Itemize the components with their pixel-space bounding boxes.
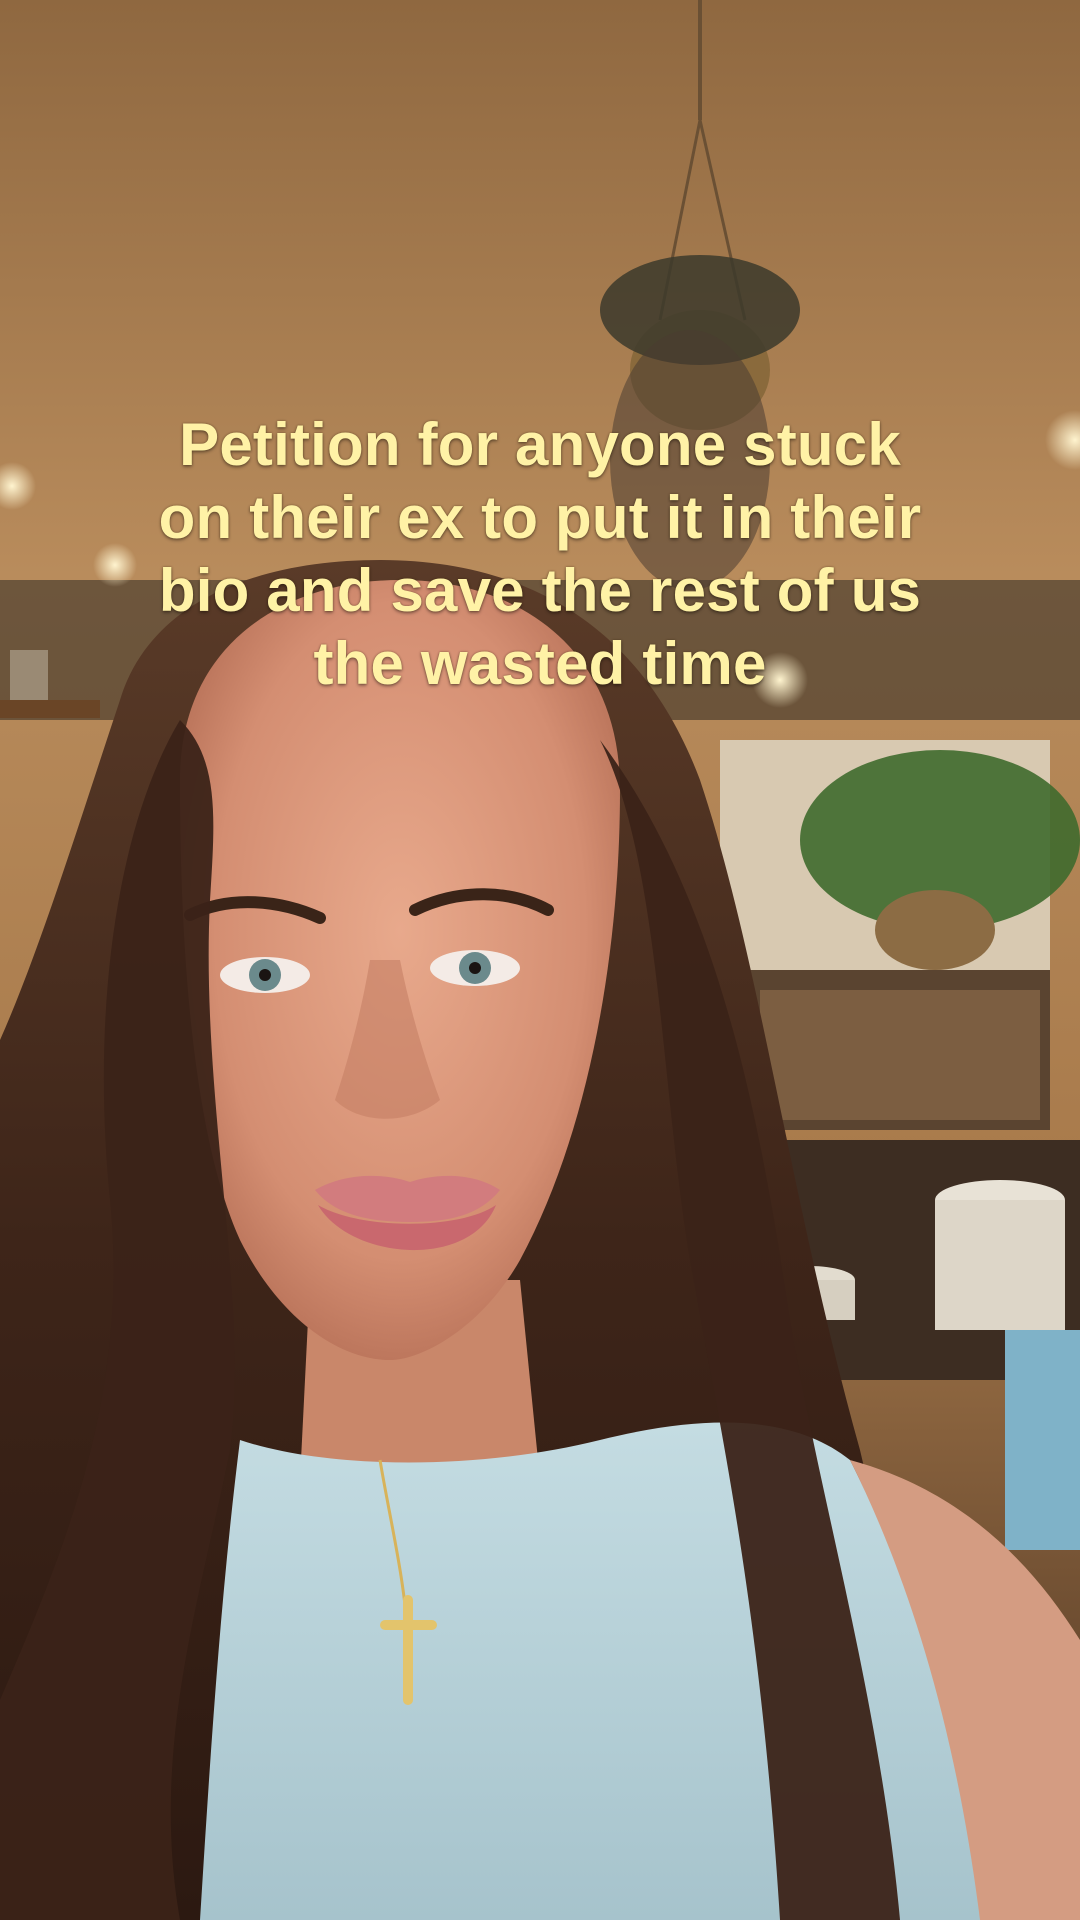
caption-overlay: Petition for anyone stuck on their ex to… <box>90 408 990 700</box>
caption-line: bio and save the rest of us <box>158 557 922 624</box>
blue-container <box>1005 1330 1080 1550</box>
video-frame <box>0 0 1080 1920</box>
caption-line: the wasted time <box>313 630 767 697</box>
plant-pot-left <box>10 650 48 700</box>
caption-line: Petition for anyone stuck <box>179 411 901 478</box>
shelf <box>0 700 100 718</box>
caption-line: on their ex to put it in their <box>158 484 922 551</box>
